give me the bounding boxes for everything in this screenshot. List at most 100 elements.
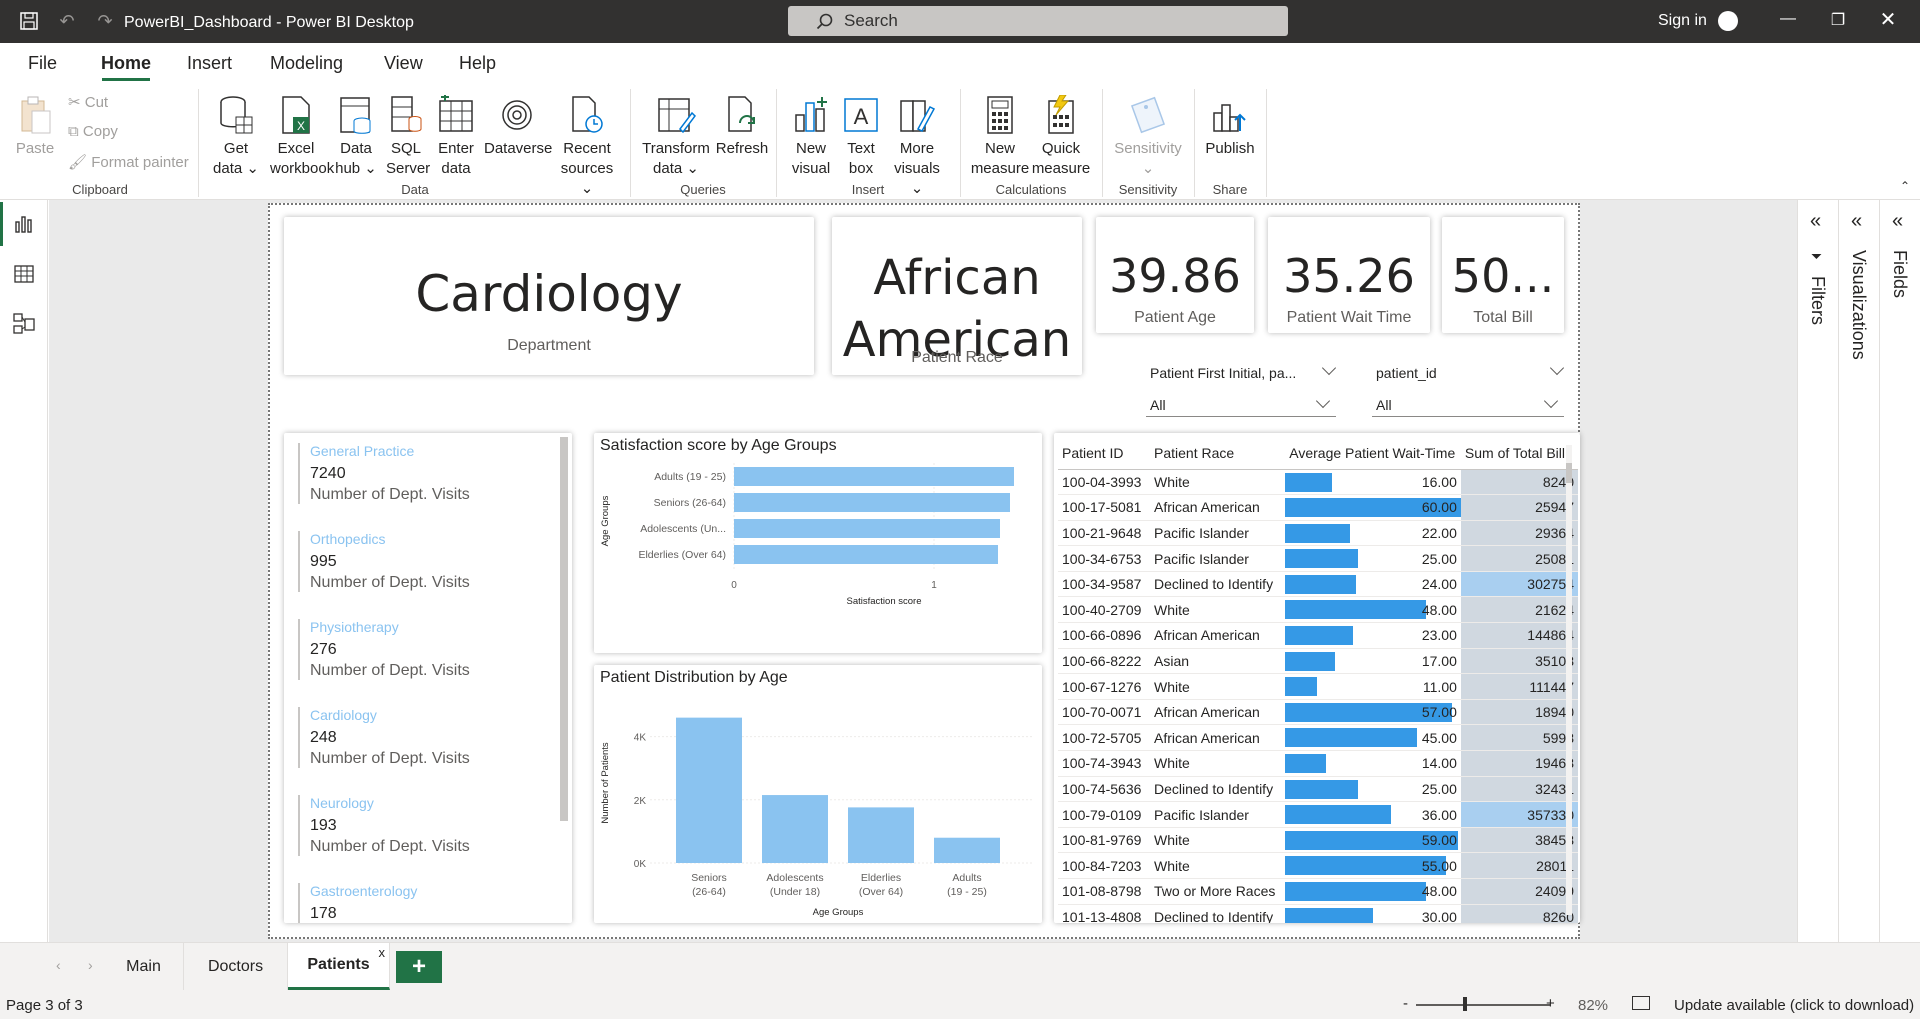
paste-button[interactable]: Paste	[12, 93, 58, 159]
transform-data-button[interactable]: Transform data ⌄	[640, 93, 712, 179]
copy-button[interactable]: ⧉ Copy	[68, 123, 118, 140]
update-available-link[interactable]: Update available (click to download)	[1674, 997, 1914, 1014]
scrollbar-thumb[interactable]	[1566, 463, 1572, 483]
chevrons-left-icon[interactable]: «	[1851, 210, 1862, 233]
menu-file[interactable]: File	[28, 53, 57, 74]
publish-button[interactable]: Publish	[1202, 93, 1258, 159]
redo-icon[interactable]: ↷	[96, 12, 114, 30]
data-hub-button[interactable]: Data hub ⌄	[334, 93, 378, 179]
add-page-button[interactable]: +	[396, 951, 442, 983]
table-row[interactable]: 100-66-8222 Asian 17.00 35108	[1058, 648, 1578, 675]
restore-icon[interactable]: ❐	[1826, 10, 1850, 30]
slicer-first-initial-dropdown[interactable]: All	[1146, 391, 1336, 417]
sign-in-link[interactable]: Sign in	[1658, 12, 1707, 30]
table-row[interactable]: 101-08-8798 Two or More Races 48.00 24099	[1058, 878, 1578, 905]
patient-race-card[interactable]: African American Patient Race	[832, 217, 1082, 375]
list-item[interactable]: Gastroenterology 178	[298, 883, 548, 923]
column-header-total-bill[interactable]: Sum of Total Bill	[1460, 437, 1578, 470]
dataverse-button[interactable]: Dataverse	[484, 93, 552, 159]
list-item[interactable]: Orthopedics 995 Number of Dept. Visits	[298, 531, 548, 592]
tab-doctors[interactable]: Doctors	[184, 943, 288, 990]
text-box-button[interactable]: A Text box	[840, 93, 882, 179]
undo-icon[interactable]: ↶	[58, 12, 76, 30]
table-row[interactable]: 100-04-3993 White 16.00 8240	[1058, 469, 1578, 496]
format-painter-button[interactable]: 🖌 Format painter	[68, 153, 189, 171]
new-visual-button[interactable]: New visual	[788, 93, 834, 179]
filters-pane[interactable]: « ⏷ Filters	[1797, 200, 1837, 942]
close-tab-icon[interactable]: x	[379, 945, 386, 960]
new-measure-button[interactable]: New measure	[970, 93, 1030, 179]
chevrons-left-icon[interactable]: «	[1892, 210, 1903, 233]
get-data-button[interactable]: Get data ⌄	[208, 93, 264, 179]
satisfaction-chart[interactable]: Satisfaction score by Age Groups 0 1 Adult…	[594, 433, 1042, 653]
tab-scroll-right-icon[interactable]: ›	[88, 957, 93, 973]
enter-data-button[interactable]: Enter data	[434, 93, 478, 179]
report-view-icon[interactable]	[12, 212, 36, 236]
menu-insert[interactable]: Insert	[187, 53, 232, 74]
tab-scroll-left-icon[interactable]: ‹	[56, 957, 61, 973]
chevron-down-icon[interactable]	[1549, 360, 1565, 376]
zoom-in-button[interactable]: +	[1546, 995, 1555, 1012]
table-row[interactable]: 100-40-2709 White 48.00 21624	[1058, 596, 1578, 624]
search-input[interactable]: Search	[788, 6, 1288, 36]
table-row[interactable]: 100-79-0109 Pacific Islander 36.00 357330	[1058, 801, 1578, 828]
close-icon[interactable]: ✕	[1876, 7, 1900, 32]
table-row[interactable]: 100-17-5081 African American 60.00 25947	[1058, 494, 1578, 521]
scrollbar-thumb[interactable]	[560, 437, 568, 821]
minimize-icon[interactable]: —	[1776, 10, 1800, 28]
table-view-icon[interactable]	[12, 262, 36, 286]
avatar[interactable]	[1718, 11, 1738, 31]
department-visits-list[interactable]: General Practice 7240 Number of Dept. Visi…	[284, 433, 572, 923]
column-header-patient-id[interactable]: Patient ID	[1058, 437, 1150, 470]
table-row[interactable]: 100-84-7203 White 55.00 28011	[1058, 852, 1578, 879]
menu-modeling[interactable]: Modeling	[270, 53, 343, 74]
list-item[interactable]: General Practice 7240 Number of Dept. Visi…	[298, 443, 548, 504]
department-card[interactable]: Cardiology Department	[284, 217, 814, 375]
collapse-ribbon-icon[interactable]: ⌃	[1900, 179, 1910, 193]
cut-button[interactable]: ✂ Cut	[68, 93, 108, 111]
column-header-wait-time[interactable]: Average Patient Wait-Time	[1285, 437, 1461, 470]
patient-age-card[interactable]: 39.86 Patient Age	[1096, 217, 1254, 333]
column-header-patient-race[interactable]: Patient Race	[1150, 437, 1286, 470]
tab-patients[interactable]: Patients x	[288, 943, 390, 990]
patient-distribution-chart[interactable]: Patient Distribution by Age 0K 2K 4K Senior…	[594, 665, 1042, 923]
table-row[interactable]: 100-66-0896 African American 23.00 144864	[1058, 622, 1578, 649]
fields-pane[interactable]: « Fields	[1879, 200, 1919, 942]
save-icon[interactable]	[20, 12, 38, 30]
fit-to-page-icon[interactable]	[1632, 996, 1650, 1010]
menu-help[interactable]: Help	[459, 53, 496, 74]
menu-home[interactable]: Home	[101, 53, 151, 74]
table-scrollbar[interactable]	[1566, 445, 1572, 915]
list-item[interactable]: Neurology 193 Number of Dept. Visits	[298, 795, 548, 856]
table-row[interactable]: 100-34-9587 Declined to Identify 24.00 3027…	[1058, 571, 1578, 598]
patient-wait-time-card[interactable]: 35.26 Patient Wait Time	[1268, 217, 1430, 333]
visualizations-pane[interactable]: « Visualizations	[1838, 200, 1878, 942]
chevron-down-icon[interactable]	[1321, 360, 1337, 376]
slicer-patient-id-dropdown[interactable]: All	[1372, 391, 1564, 417]
table-row[interactable]: 100-72-5705 African American 45.00 5998	[1058, 724, 1578, 752]
list-item[interactable]: Cardiology 248 Number of Dept. Visits	[298, 707, 548, 768]
zoom-slider-thumb[interactable]	[1463, 997, 1467, 1011]
table-row[interactable]: 100-74-5636 Declined to Identify 25.00 3243…	[1058, 776, 1578, 803]
table-row[interactable]: 101-13-4808 Declined to Identify 30.00 8260	[1058, 904, 1578, 923]
chevrons-left-icon[interactable]: «	[1810, 210, 1821, 233]
total-bill-card[interactable]: 50... Total Bill	[1442, 217, 1564, 333]
refresh-button[interactable]: Refresh	[714, 93, 770, 159]
quick-measure-button[interactable]: Quick measure	[1030, 93, 1092, 179]
table-row[interactable]: 100-21-9648 Pacific Islander 22.00 29364	[1058, 520, 1578, 547]
table-row[interactable]: 100-74-3943 White 14.00 19468	[1058, 750, 1578, 777]
zoom-out-button[interactable]: -	[1403, 995, 1408, 1012]
table-row[interactable]: 100-70-0071 African American 57.00 18940	[1058, 699, 1578, 726]
sql-server-button[interactable]: SQL Server	[386, 93, 430, 179]
menu-view[interactable]: View	[384, 53, 423, 74]
patient-table[interactable]: Patient ID Patient Race Average Patient …	[1054, 433, 1580, 923]
table-row[interactable]: 100-81-9769 White 59.00 38458	[1058, 827, 1578, 854]
excel-workbook-button[interactable]: X Excel workbook	[270, 93, 334, 179]
list-item[interactable]: Physiotherapy 276 Number of Dept. Visits	[298, 619, 548, 680]
tab-main[interactable]: Main	[104, 943, 184, 990]
zoom-slider[interactable]	[1416, 1004, 1550, 1006]
table-row[interactable]: 100-67-1276 White 11.00 111447	[1058, 673, 1578, 700]
table-row[interactable]: 100-34-6753 Pacific Islander 25.00 25081	[1058, 545, 1578, 572]
model-view-icon[interactable]	[12, 312, 36, 336]
sensitivity-button[interactable]: Sensitivity ⌄	[1110, 93, 1186, 179]
